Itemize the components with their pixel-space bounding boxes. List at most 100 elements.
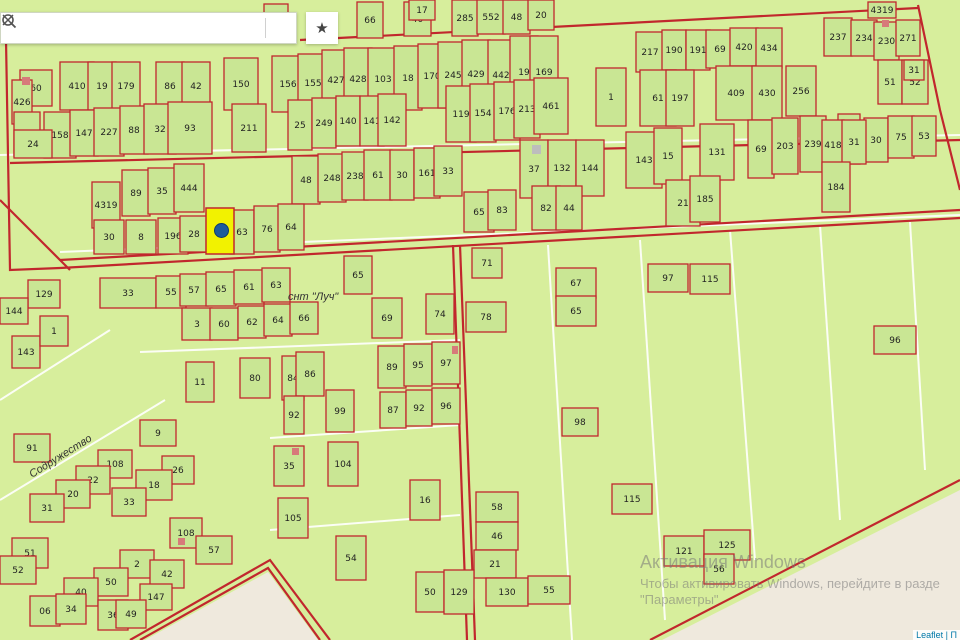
parcel[interactable]: 203 [771,117,799,175]
parcel[interactable]: 30 [863,117,889,163]
parcel[interactable]: 115 [689,263,731,295]
parcel[interactable]: 33 [111,487,147,517]
parcel[interactable]: 154 [469,83,497,143]
parcel[interactable]: 71 [471,247,503,279]
search-button[interactable] [2,13,265,43]
parcel[interactable]: 67 [555,267,597,299]
parcel[interactable]: 33 [99,277,157,309]
parcel[interactable]: 237 [823,17,853,57]
parcel[interactable]: 65 [205,271,237,307]
parcel[interactable]: 89 [121,169,151,217]
parcel[interactable]: 58 [475,491,519,523]
clear-button[interactable] [2,13,296,43]
parcel[interactable]: 33 [433,145,463,197]
parcel[interactable]: 50 [415,571,445,613]
parcel[interactable]: 105 [277,497,309,539]
parcel[interactable]: 25 [287,99,313,151]
parcel[interactable]: 51 [877,59,903,105]
parcel[interactable]: 92 [283,395,305,435]
parcel[interactable]: 190 [661,29,687,71]
parcel[interactable]: 143 [11,335,41,369]
parcel[interactable]: 63 [261,267,291,303]
parcel[interactable]: 129 [27,279,61,309]
parcel[interactable]: 150 [223,57,259,111]
parcel[interactable]: 35 [273,445,305,487]
parcel[interactable]: 142 [377,93,407,147]
parcel[interactable]: 256 [785,65,817,117]
parcel[interactable]: 97 [647,263,689,293]
parcel[interactable]: 115 [611,483,653,515]
parcel[interactable]: 99 [325,389,355,433]
parcel[interactable]: 62 [237,305,267,339]
parcel[interactable]: 48 [502,0,531,35]
parcel[interactable]: 55 [527,575,571,605]
parcel[interactable]: 217 [635,31,665,73]
parcel[interactable]: 46 [475,521,519,551]
parcel[interactable]: 16 [409,479,441,521]
parcel[interactable]: 230 [873,21,900,61]
parcel[interactable]: 184 [821,161,851,213]
parcel[interactable]: 65 [343,255,373,295]
parcel[interactable]: 430 [751,65,783,121]
parcel[interactable]: 76 [253,205,281,253]
map-view[interactable]: 6640285552482017229431923723423027160426… [0,0,960,640]
parcel[interactable]: 64 [263,303,293,337]
parcel[interactable]: 52 [0,555,37,585]
parcel[interactable]: 75 [887,115,915,159]
parcel[interactable]: 179 [111,61,141,111]
search-input[interactable] [1,13,235,43]
map-attribution[interactable]: Leaflet | П [913,630,960,640]
parcel[interactable]: 87 [379,391,407,429]
parcel[interactable]: 461 [533,77,569,135]
parcel[interactable]: 434 [755,27,783,69]
parcel[interactable]: 61 [233,269,265,305]
parcel[interactable]: 30 [93,219,125,255]
parcel[interactable]: 66 [356,1,384,39]
parcel[interactable]: 104 [327,441,359,487]
parcel[interactable]: 61 [363,149,393,201]
parcel[interactable]: 9 [139,419,177,447]
parcel[interactable]: 48 [291,155,321,205]
parcel[interactable]: 11 [185,361,215,403]
favorite-button[interactable]: ★ [306,12,338,44]
parcel[interactable]: 53 [911,115,937,157]
parcel[interactable]: 60 [209,307,239,341]
parcel[interactable]: 93 [167,101,213,155]
parcel[interactable]: 31 [903,59,925,81]
parcel[interactable]: 95 [403,343,433,387]
parcel[interactable]: 4319 [867,1,897,19]
parcel[interactable]: 50 [93,567,129,597]
parcel[interactable]: 89 [377,345,407,389]
parcel[interactable]: 98 [561,407,599,437]
parcel[interactable]: 65 [555,295,597,327]
parcel[interactable]: 144 [0,297,29,325]
parcel[interactable]: 31 [841,119,867,165]
parcel[interactable]: 35 [147,167,177,215]
map-canvas[interactable]: 6640285552482017229431923723423027160426… [0,0,960,640]
parcel[interactable]: 64 [277,203,305,251]
parcel[interactable]: 285 [451,0,479,37]
location-marker[interactable] [214,223,229,238]
parcel[interactable]: 78 [465,301,507,333]
parcel[interactable]: 31 [29,493,65,523]
parcel[interactable]: 20 [527,0,555,31]
parcel[interactable]: 24 [13,129,53,159]
parcel[interactable]: 74 [425,293,455,335]
parcel[interactable]: 131 [699,123,735,181]
parcel[interactable]: 129 [443,569,475,615]
parcel[interactable]: 409 [715,65,757,121]
parcels-layer[interactable]: 6640285552482017229431923723423027160426… [0,0,937,631]
parcel[interactable]: 249 [311,97,337,149]
parcel[interactable]: 69 [371,297,403,339]
parcel[interactable]: 96 [431,387,461,425]
parcel[interactable]: 30 [389,149,415,201]
parcel[interactable]: 86 [295,351,325,397]
parcel[interactable]: 69 [747,119,775,179]
parcel[interactable]: 211 [231,103,267,153]
parcel[interactable]: 92 [405,389,433,427]
parcel[interactable]: 140 [335,95,361,147]
parcel[interactable]: 444 [173,163,205,213]
parcel[interactable]: 28 [179,215,209,253]
parcel[interactable]: 44 [555,185,583,231]
parcel[interactable]: 57 [179,273,209,307]
